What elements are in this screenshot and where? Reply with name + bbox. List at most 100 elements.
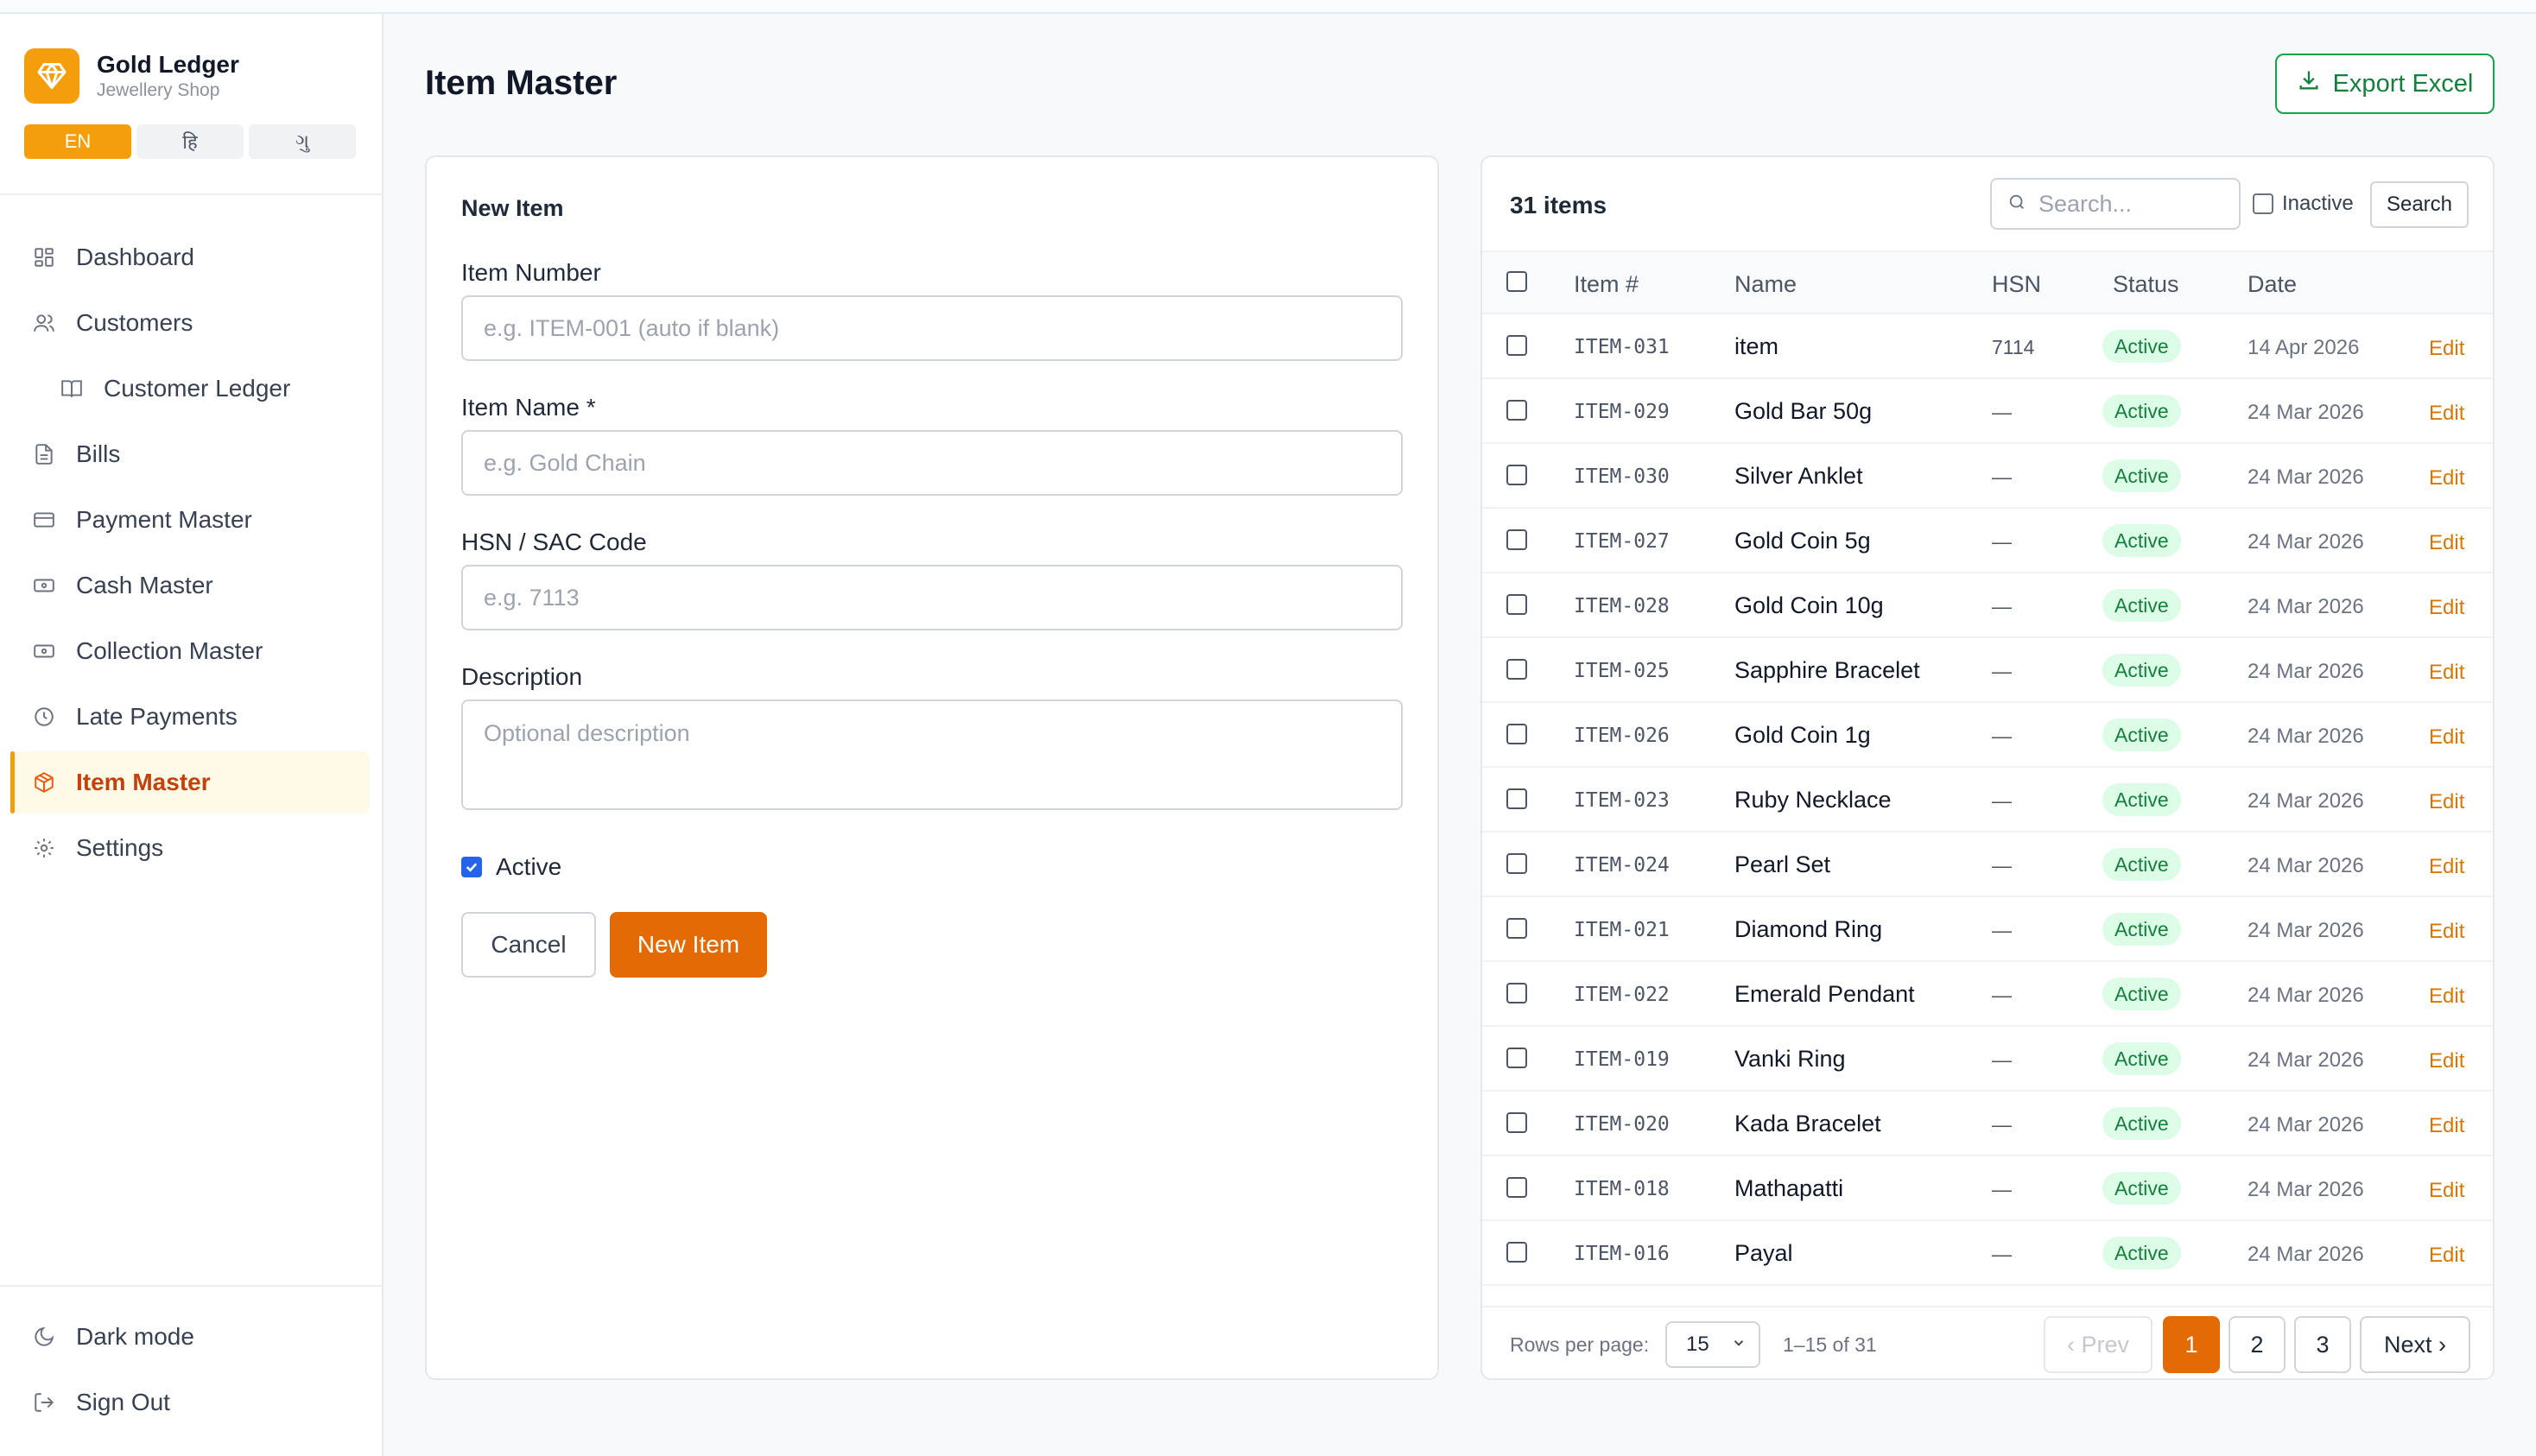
table-row: ITEM-026 Gold Coin 1g — Active 24 Mar 2026 Ed… (1482, 703, 2493, 768)
item-list: 31 items Search... Inactive Search Item … (1480, 155, 2495, 1380)
item-hsn: — (1992, 854, 2012, 877)
item-number-field[interactable] (461, 295, 1403, 361)
table-row: ITEM-016 Payal — Active 24 Mar 2026 Edit (1482, 1221, 2493, 1286)
edit-link[interactable]: Edit (2429, 1114, 2464, 1138)
edit-link[interactable]: Edit (2429, 920, 2464, 944)
edit-link[interactable]: Edit (2429, 596, 2464, 620)
item-date: 14 Apr 2026 (2248, 336, 2360, 359)
edit-link[interactable]: Edit (2429, 402, 2464, 426)
item-hsn: — (1992, 1048, 2012, 1071)
item-code: ITEM-028 (1574, 595, 1670, 617)
rows-per-page-select[interactable]: 15 (1665, 1321, 1760, 1368)
row-checkbox[interactable] (1506, 918, 1527, 939)
cash-icon (31, 638, 57, 664)
row-checkbox[interactable] (1506, 529, 1527, 550)
sidebar-item-bills[interactable]: Bills (10, 423, 370, 485)
edit-link[interactable]: Edit (2429, 1244, 2464, 1268)
edit-link[interactable]: Edit (2429, 531, 2464, 555)
item-date: 24 Mar 2026 (2248, 725, 2364, 748)
edit-link[interactable]: Edit (2429, 661, 2464, 685)
page-button-1[interactable]: 1 (2163, 1316, 2220, 1373)
row-checkbox[interactable] (1506, 335, 1527, 356)
edit-link[interactable]: Edit (2429, 984, 2464, 1009)
row-checkbox[interactable] (1506, 465, 1527, 485)
next-page-button[interactable]: Next › (2360, 1316, 2470, 1373)
sidebar-item-label: Item Master (76, 769, 211, 795)
edit-link[interactable]: Edit (2429, 855, 2464, 879)
row-checkbox[interactable] (1506, 400, 1527, 421)
select-all-checkbox[interactable] (1506, 271, 1527, 292)
sidebar-item-collection-master[interactable]: Collection Master (10, 620, 370, 682)
item-date: 24 Mar 2026 (2248, 1243, 2364, 1266)
column-header-hsn[interactable]: HSN (1992, 271, 2041, 298)
item-name: Silver Anklet (1734, 463, 1863, 489)
row-checkbox[interactable] (1506, 724, 1527, 744)
lang-en-button[interactable]: EN (24, 124, 131, 159)
item-name-field[interactable] (461, 430, 1403, 496)
item-code: ITEM-021 (1574, 919, 1670, 941)
edit-link[interactable]: Edit (2429, 790, 2464, 814)
sidebar-item-label: Customers (76, 309, 193, 336)
sign-out-button[interactable]: Sign Out (10, 1371, 370, 1434)
sidebar-item-item-master[interactable]: Item Master (10, 751, 370, 813)
item-hsn: — (1992, 465, 2012, 488)
page-button-3[interactable]: 3 (2294, 1316, 2351, 1373)
active-checkbox[interactable] (461, 857, 482, 877)
inactive-checkbox[interactable] (2253, 193, 2273, 214)
sidebar-item-settings[interactable]: Settings (10, 817, 370, 879)
row-checkbox[interactable] (1506, 788, 1527, 809)
column-header-name[interactable]: Name (1734, 271, 1797, 298)
edit-link[interactable]: Edit (2429, 337, 2464, 361)
edit-link[interactable]: Edit (2429, 1049, 2464, 1073)
lang-gu-button[interactable]: ગુ (249, 124, 356, 159)
row-checkbox[interactable] (1506, 594, 1527, 615)
table-header: Item # Name HSN Status Date (1482, 250, 2493, 314)
export-label: Export Excel (2332, 69, 2474, 98)
new-item-submit-button[interactable]: New Item (610, 912, 767, 978)
inactive-filter: Inactive (2253, 192, 2354, 216)
description-field[interactable] (461, 700, 1403, 810)
hsn-field[interactable] (461, 565, 1403, 630)
column-header-status[interactable]: Status (2113, 271, 2179, 298)
row-checkbox[interactable] (1506, 659, 1527, 680)
status-badge: Active (2102, 1042, 2181, 1075)
lang-hi-button[interactable]: हि (136, 124, 244, 159)
sidebar-item-label: Dashboard (76, 244, 194, 270)
sidebar: Gold Ledger Jewellery Shop EN हि ગુ Dash… (0, 14, 384, 1456)
sidebar-item-payment-master[interactable]: Payment Master (10, 489, 370, 551)
item-name: Kada Bracelet (1734, 1111, 1881, 1136)
edit-link[interactable]: Edit (2429, 1179, 2464, 1203)
item-hsn: — (1992, 530, 2012, 553)
language-switcher: EN हि ગુ (24, 124, 356, 159)
item-name: Ruby Necklace (1734, 787, 1892, 813)
item-hsn: — (1992, 984, 2012, 1006)
item-name: Diamond Ring (1734, 916, 1883, 942)
row-checkbox[interactable] (1506, 1242, 1527, 1263)
sidebar-divider (0, 1285, 382, 1287)
column-header-date[interactable]: Date (2248, 271, 2297, 298)
row-checkbox[interactable] (1506, 1048, 1527, 1068)
sidebar-item-customer-ledger[interactable]: Customer Ledger (10, 358, 370, 420)
active-checkbox-row: Active (461, 853, 561, 881)
search-button[interactable]: Search (2370, 181, 2469, 228)
row-checkbox[interactable] (1506, 1112, 1527, 1133)
sidebar-item-customers[interactable]: Customers (10, 292, 370, 354)
column-header-item[interactable]: Item # (1574, 271, 1639, 298)
search-input[interactable]: Search... (1990, 178, 2241, 230)
export-excel-button[interactable]: Export Excel (2275, 54, 2495, 114)
edit-link[interactable]: Edit (2429, 725, 2464, 750)
cancel-button[interactable]: Cancel (461, 912, 596, 978)
sidebar-item-dashboard[interactable]: Dashboard (10, 226, 370, 288)
item-date: 24 Mar 2026 (2248, 595, 2364, 618)
row-checkbox[interactable] (1506, 983, 1527, 1003)
sidebar-item-late-payments[interactable]: Late Payments (10, 686, 370, 748)
sidebar-item-cash-master[interactable]: Cash Master (10, 554, 370, 617)
row-checkbox[interactable] (1506, 853, 1527, 874)
page-button-2[interactable]: 2 (2229, 1316, 2286, 1373)
status-badge: Active (2102, 654, 2181, 687)
dark-mode-toggle[interactable]: Dark mode (10, 1306, 370, 1368)
edit-link[interactable]: Edit (2429, 466, 2464, 491)
chevron-down-icon (1731, 1333, 1747, 1357)
prev-page-button[interactable]: ‹ Prev (2044, 1316, 2152, 1373)
row-checkbox[interactable] (1506, 1177, 1527, 1198)
